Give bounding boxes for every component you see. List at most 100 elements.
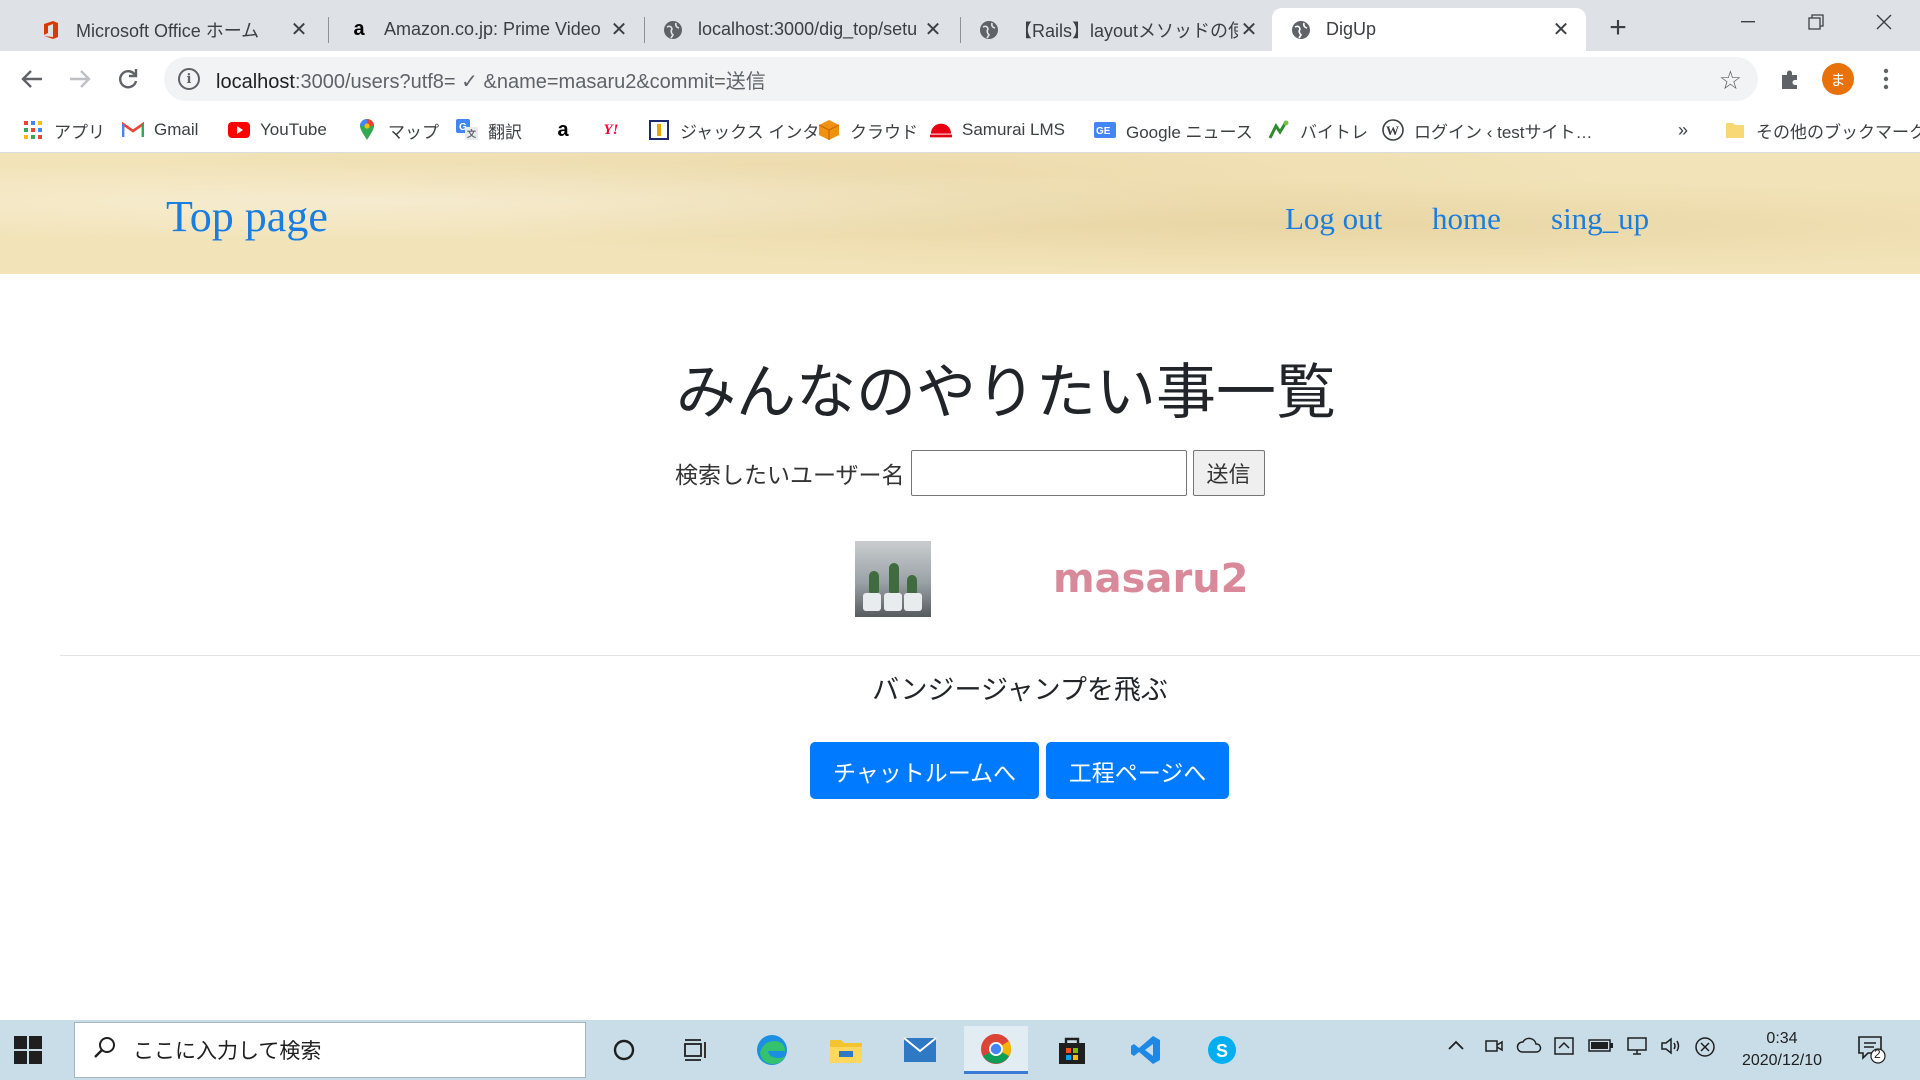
translate-icon: G文	[456, 119, 478, 141]
bookmark-samurai-lms[interactable]: Samurai LMS	[930, 117, 1065, 143]
taskbar-clock[interactable]: 0:34 2020/12/10	[1730, 1028, 1834, 1072]
store-icon[interactable]	[1040, 1026, 1104, 1074]
close-icon[interactable]: ✕	[1550, 19, 1572, 41]
signup-link[interactable]: sing_up	[1551, 201, 1649, 237]
bookmark-apps[interactable]: アプリ	[22, 117, 105, 143]
submit-button[interactable]: 送信	[1192, 450, 1265, 496]
chrome-icon[interactable]	[964, 1026, 1028, 1074]
globe-icon	[662, 19, 684, 41]
wish-title: バンジージャンプを飛ぶ	[872, 675, 1168, 706]
bookmark-maps[interactable]: マップ	[356, 117, 439, 143]
bookmark-label: クラウド	[850, 122, 918, 142]
tab-digup[interactable]: DigUp ✕	[1272, 8, 1586, 51]
clock-date: 2020/12/10	[1741, 1052, 1823, 1069]
bookmark-youtube[interactable]: YouTube	[228, 117, 327, 143]
tab-amazon-prime-video[interactable]: a Amazon.co.jp: Prime Video ✕	[330, 8, 644, 51]
bookmark-google-news[interactable]: GE Google ニュース	[1094, 117, 1253, 143]
tab-divider	[328, 17, 329, 43]
chat-room-button[interactable]: チャットルームへ	[810, 742, 1039, 799]
onedrive-cloud-icon[interactable]	[1516, 1036, 1542, 1062]
new-tab-button[interactable]: +	[1600, 10, 1636, 46]
bookmarks-bar: アプリ Gmail YouTube マップ G文 翻訳 a Y! ジャックス イ…	[0, 107, 1920, 153]
profile-avatar[interactable]: ま	[1822, 63, 1854, 95]
windows-start-icon[interactable]	[14, 1036, 42, 1064]
tab-microsoft-office[interactable]: Microsoft Office ホーム ✕	[22, 8, 324, 51]
notification-center-icon[interactable]: 2	[1856, 1034, 1886, 1064]
close-icon[interactable]: ✕	[922, 19, 944, 41]
battery-icon[interactable]	[1588, 1036, 1614, 1059]
bookmark-label: アプリ	[54, 122, 105, 142]
address-bar[interactable]: i localhost:3000/users?utf8= ✓ &name=mas…	[164, 57, 1758, 101]
bookmark-baitore[interactable]: バイトレ	[1268, 117, 1368, 143]
tab-localhost-dig-top[interactable]: localhost:3000/dig_top/setu ✕	[644, 8, 958, 51]
extensions-puzzle-icon[interactable]	[1774, 63, 1806, 95]
url-text[interactable]: localhost:3000/users?utf8= ✓ &name=masar…	[216, 65, 766, 94]
logout-link[interactable]: Log out	[1285, 201, 1382, 237]
globe-icon	[1290, 19, 1312, 41]
tab-rails-layout[interactable]: 【Rails】layoutメソッドの使い方 ✕	[960, 8, 1274, 51]
minimize-button[interactable]	[1714, 0, 1782, 44]
bookmarks-overflow-chevron[interactable]: »	[1678, 117, 1688, 143]
close-icon[interactable]: ✕	[288, 19, 310, 41]
bookmark-label: バイトレ	[1300, 122, 1368, 142]
ime-disabled-icon[interactable]	[1694, 1036, 1716, 1064]
vscode-icon[interactable]	[1114, 1026, 1178, 1074]
cortana-icon[interactable]	[592, 1026, 656, 1074]
bookmark-label: Gmail	[154, 120, 199, 139]
gmail-icon	[122, 119, 144, 141]
search-input[interactable]	[910, 450, 1187, 496]
network-icon[interactable]	[1626, 1036, 1650, 1062]
office-icon	[40, 19, 62, 41]
site-info-icon[interactable]: i	[178, 68, 200, 90]
amazon-icon: a	[557, 118, 569, 141]
skype-icon[interactable]: S	[1190, 1026, 1254, 1074]
globe-icon	[978, 19, 1000, 41]
bookmark-label: YouTube	[260, 120, 327, 139]
avatar[interactable]	[855, 541, 931, 617]
bookmark-gmail[interactable]: Gmail	[122, 117, 198, 143]
top-page-link[interactable]: Top page	[166, 191, 328, 242]
sync-status-icon[interactable]	[1554, 1036, 1576, 1062]
bookmark-cloud[interactable]: クラウド	[818, 117, 918, 143]
mail-icon[interactable]	[888, 1026, 952, 1074]
tray-chevron-up-icon[interactable]	[1446, 1036, 1466, 1062]
taskbar-search-box[interactable]: ここに入力して検索	[74, 1022, 586, 1078]
volume-icon[interactable]	[1660, 1036, 1684, 1062]
user-search-form: 検索したいユーザー名 送信	[675, 450, 1265, 496]
bookmark-other[interactable]: その他のブックマーク	[1724, 117, 1920, 143]
bookmark-label: 翻訳	[488, 122, 522, 142]
close-window-button[interactable]	[1850, 0, 1918, 44]
forward-button[interactable]	[64, 63, 96, 95]
bookmark-jaccs[interactable]: ジャックス インタ	[648, 117, 819, 143]
bookmark-label: マップ	[388, 122, 439, 142]
file-explorer-icon[interactable]	[814, 1026, 878, 1074]
bookmark-yahoo[interactable]: Y!	[600, 117, 632, 143]
task-view-icon[interactable]	[664, 1026, 728, 1074]
bookmark-wordpress-login[interactable]: W ログイン ‹ testサイト…	[1382, 117, 1593, 143]
jaccs-icon	[648, 119, 670, 141]
bookmark-star-icon[interactable]: ☆	[1719, 65, 1742, 96]
restore-button[interactable]	[1782, 0, 1850, 44]
process-page-button[interactable]: 工程ページへ	[1046, 742, 1229, 799]
baitore-icon	[1268, 119, 1290, 141]
home-link[interactable]: home	[1432, 201, 1501, 237]
reload-button[interactable]	[112, 63, 144, 95]
search-label: 検索したいユーザー名	[675, 463, 905, 489]
tab-title: localhost:3000/dig_top/setu	[698, 19, 918, 39]
edge-icon[interactable]	[740, 1026, 804, 1074]
wordpress-icon: W	[1382, 119, 1404, 141]
close-icon[interactable]: ✕	[608, 19, 630, 41]
bookmark-translate[interactable]: G文 翻訳	[456, 117, 522, 143]
menu-kebab-icon[interactable]	[1870, 63, 1902, 95]
tab-title: 【Rails】layoutメソッドの使い方	[1014, 20, 1238, 41]
apps-grid-icon	[22, 119, 44, 141]
back-button[interactable]	[16, 63, 48, 95]
close-icon[interactable]: ✕	[1238, 19, 1260, 41]
meet-now-icon[interactable]	[1484, 1036, 1504, 1062]
amazon-icon: a	[353, 18, 365, 40]
user-name-link[interactable]: masaru2	[1053, 556, 1249, 602]
bookmark-amazon[interactable]: a	[552, 117, 584, 143]
yahoo-icon: Y!	[603, 121, 619, 138]
bookmark-label: Google ニュース	[1126, 122, 1253, 142]
svg-text:GE: GE	[1096, 126, 1111, 137]
